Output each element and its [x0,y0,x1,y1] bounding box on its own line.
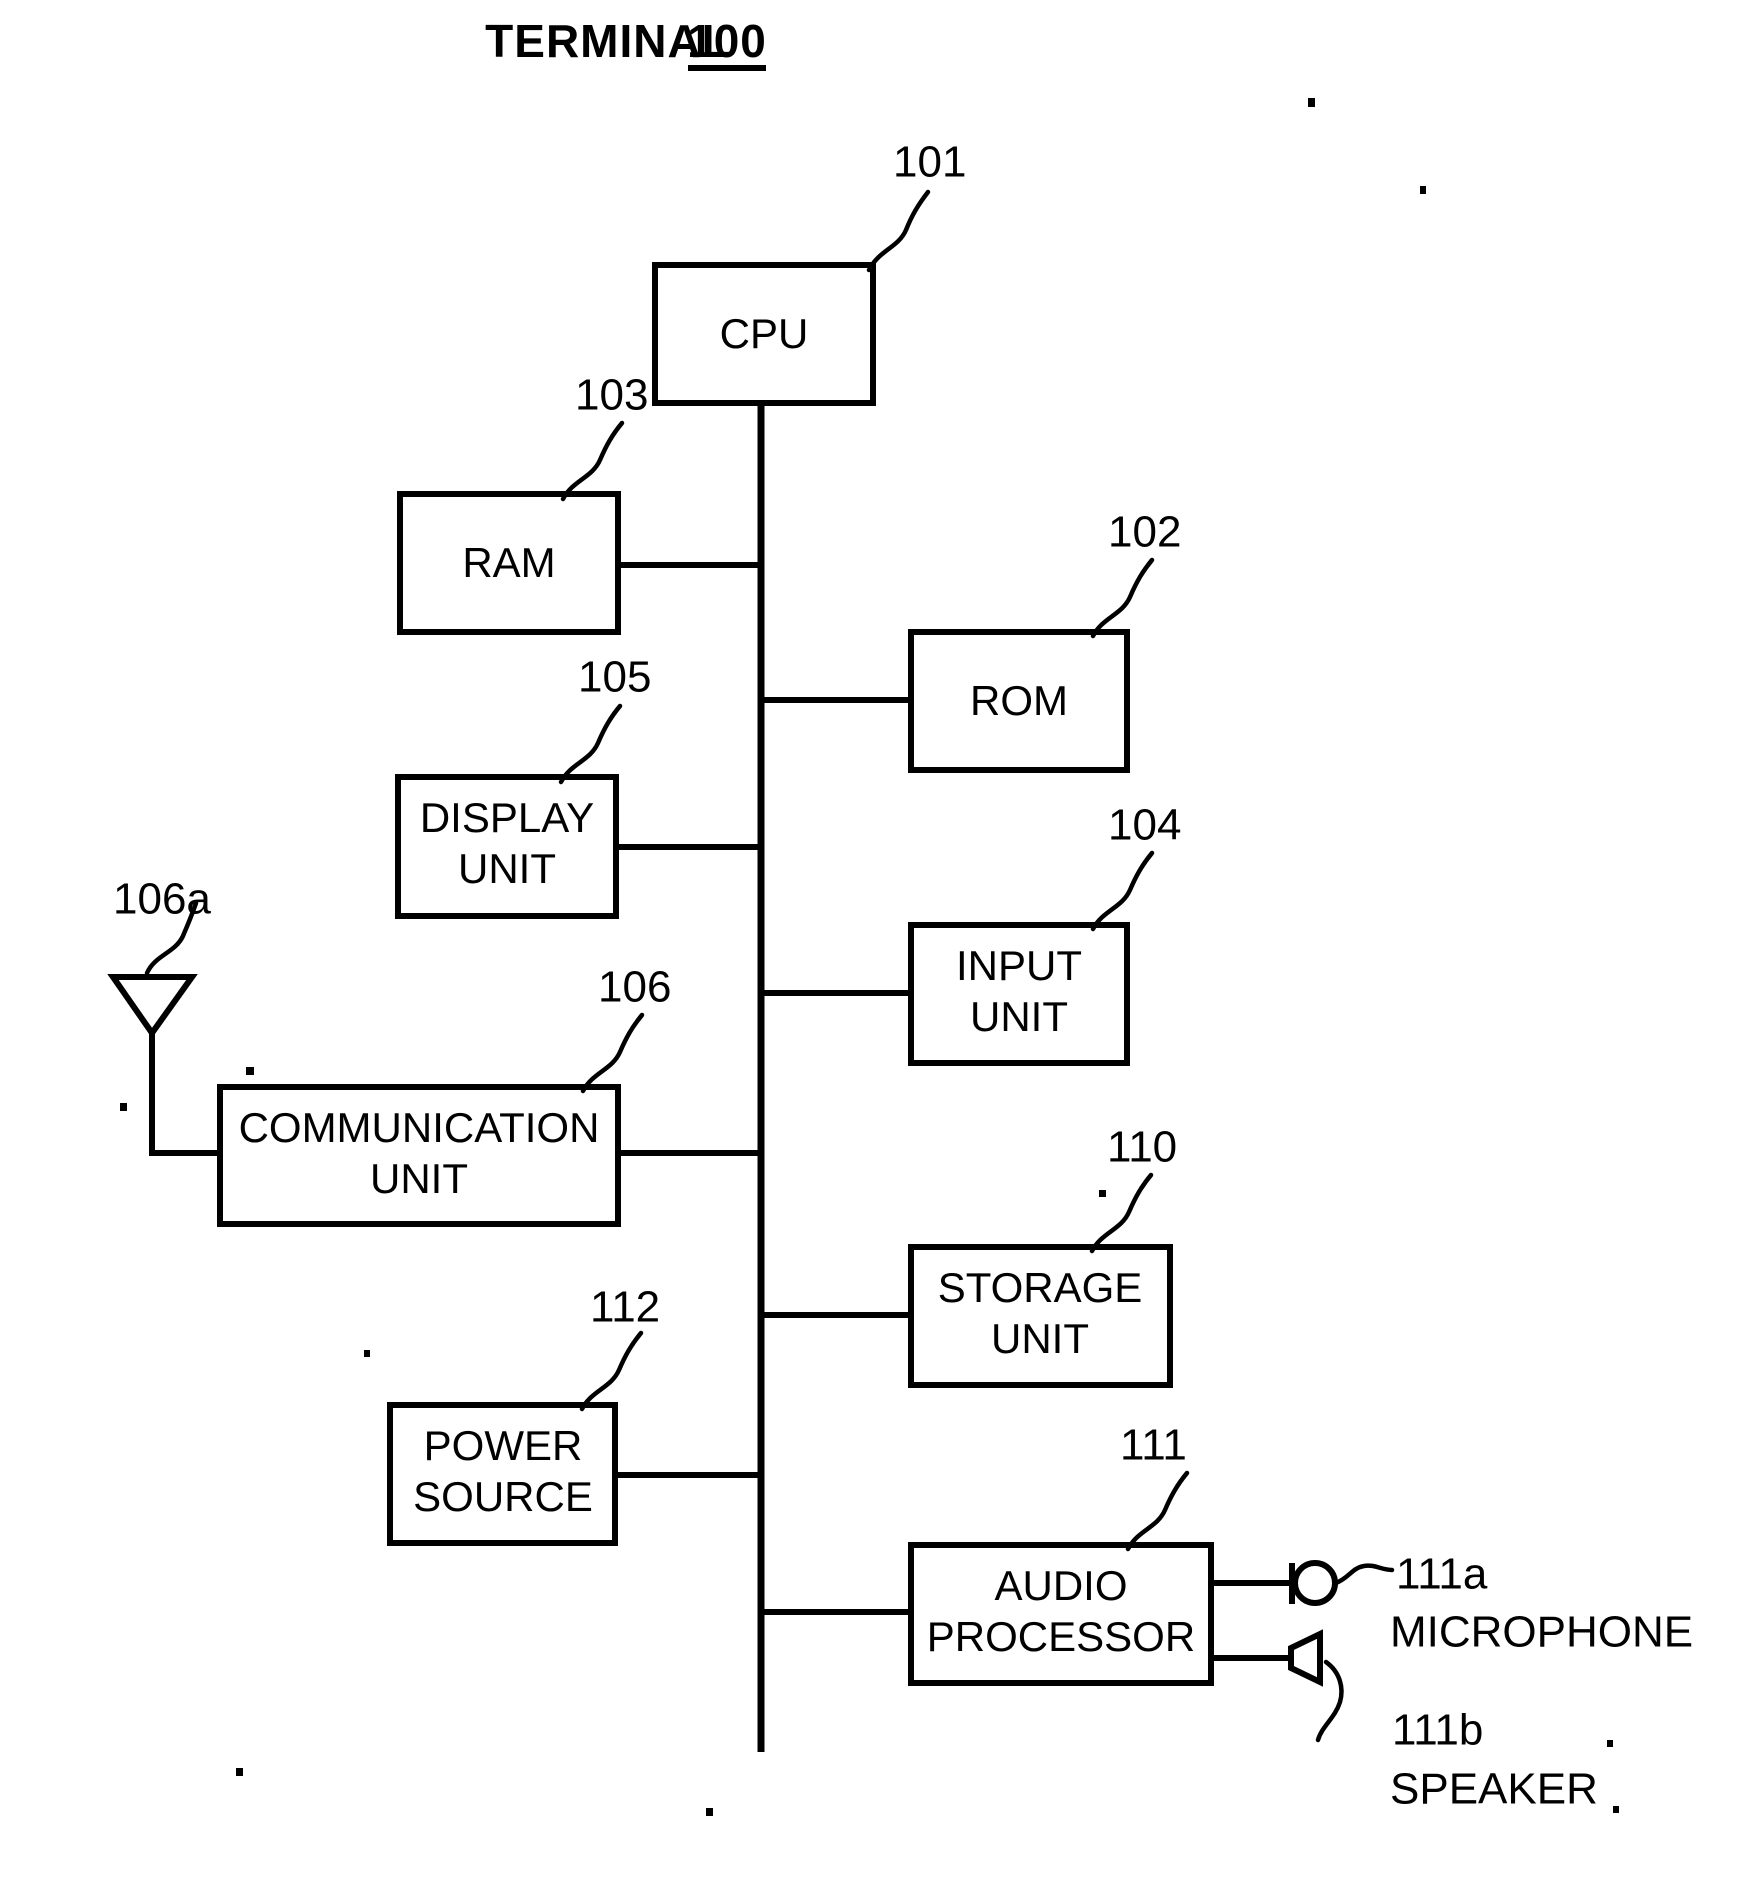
ram-ref-number: 103 [575,371,648,420]
block-audio-processor[interactable]: AUDIO PROCESSOR 111 [908,1421,1214,1686]
speaker-ref-number: 111b [1392,1706,1483,1755]
comm-unit-label-line1: COMMUNICATION [239,1104,600,1151]
antenna-feed-line [149,1033,222,1156]
speck [706,1808,713,1816]
speaker-icon-horn [1288,1629,1323,1687]
audio-processor-label-line1: AUDIO [994,1562,1127,1609]
comm-unit-ref-number: 106 [598,963,671,1012]
peripheral-antenna[interactable]: 106a [107,875,222,1156]
ram-leader-line [560,420,625,502]
comm-unit-leader-line [580,1012,645,1094]
block-storage-unit[interactable]: STORAGE UNIT 110 [908,1123,1177,1388]
input-unit-ref-number: 104 [1108,801,1181,850]
speck [1308,98,1315,107]
display-unit-leader-line [558,703,623,785]
input-unit-label-line2: UNIT [970,993,1068,1040]
microphone-label: MICROPHONE [1390,1608,1693,1657]
ram-label: RAM [462,539,555,586]
figure-title: TERMINAL 100 [485,15,767,71]
power-source-leader-line [579,1330,644,1412]
speck [1420,186,1426,194]
block-rom[interactable]: ROM 102 [908,508,1181,773]
display-unit-label-line1: DISPLAY [420,794,594,841]
speck [246,1067,254,1075]
antenna-icon[interactable] [107,974,198,1039]
block-ram[interactable]: RAM 103 [397,371,648,635]
cpu-leader-line [866,189,931,273]
input-unit-label-line1: INPUT [956,942,1082,989]
block-power-source[interactable]: POWER SOURCE 112 [387,1283,660,1546]
audio-processor-leader-line [1125,1470,1190,1552]
rom-ref-number: 102 [1108,508,1181,557]
storage-unit-ref-number: 110 [1107,1123,1177,1172]
microphone-icon-capsule [1292,1560,1338,1606]
microphone-ref-number: 111a [1396,1550,1488,1599]
cpu-ref-number: 101 [893,138,966,187]
rom-label: ROM [970,677,1068,724]
rom-leader-line [1090,557,1155,639]
terminal-block-diagram: TERMINAL 100 CPU 101 RAM 103 ROM 102 DIS… [107,15,1693,1816]
speaker-label: SPEAKER [1390,1765,1598,1814]
speaker-icon[interactable] [1288,1629,1323,1687]
power-source-ref-number: 112 [590,1283,660,1332]
antenna-ref-number: 106a [113,875,211,924]
figure-title-ref: 100 [687,15,767,67]
comm-unit-label-line2: UNIT [370,1155,468,1202]
block-comm-unit[interactable]: COMMUNICATION UNIT 106 [217,963,671,1227]
storage-unit-leader-line [1089,1172,1154,1254]
cpu-label: CPU [720,310,809,357]
speck [236,1768,243,1776]
speck [364,1350,370,1357]
block-display-unit[interactable]: DISPLAY UNIT 105 [395,653,651,919]
speck [1099,1190,1106,1197]
peripheral-speaker[interactable]: 111b SPEAKER [1208,1629,1598,1814]
input-unit-leader-line [1090,850,1155,932]
power-source-label-line2: SOURCE [413,1473,593,1520]
block-input-unit[interactable]: INPUT UNIT 104 [908,801,1181,1066]
audio-processor-label-line2: PROCESSOR [927,1613,1195,1660]
power-source-label-line1: POWER [424,1422,583,1469]
microphone-leader-line [1333,1563,1395,1586]
display-unit-label-line2: UNIT [458,845,556,892]
speck [1607,1740,1613,1747]
speck [1613,1806,1619,1813]
microphone-icon[interactable] [1289,1560,1338,1606]
audio-processor-ref-number: 111 [1120,1421,1187,1470]
patent-figure: TERMINAL 100 CPU 101 RAM 103 ROM 102 DIS… [0,0,1743,1877]
storage-unit-label-line2: UNIT [991,1315,1089,1362]
display-unit-ref-number: 105 [578,653,651,702]
block-cpu[interactable]: CPU 101 [652,138,966,406]
peripheral-microphone[interactable]: 111a MICROPHONE [1208,1550,1693,1657]
speck [120,1103,127,1111]
storage-unit-label-line1: STORAGE [938,1264,1143,1311]
